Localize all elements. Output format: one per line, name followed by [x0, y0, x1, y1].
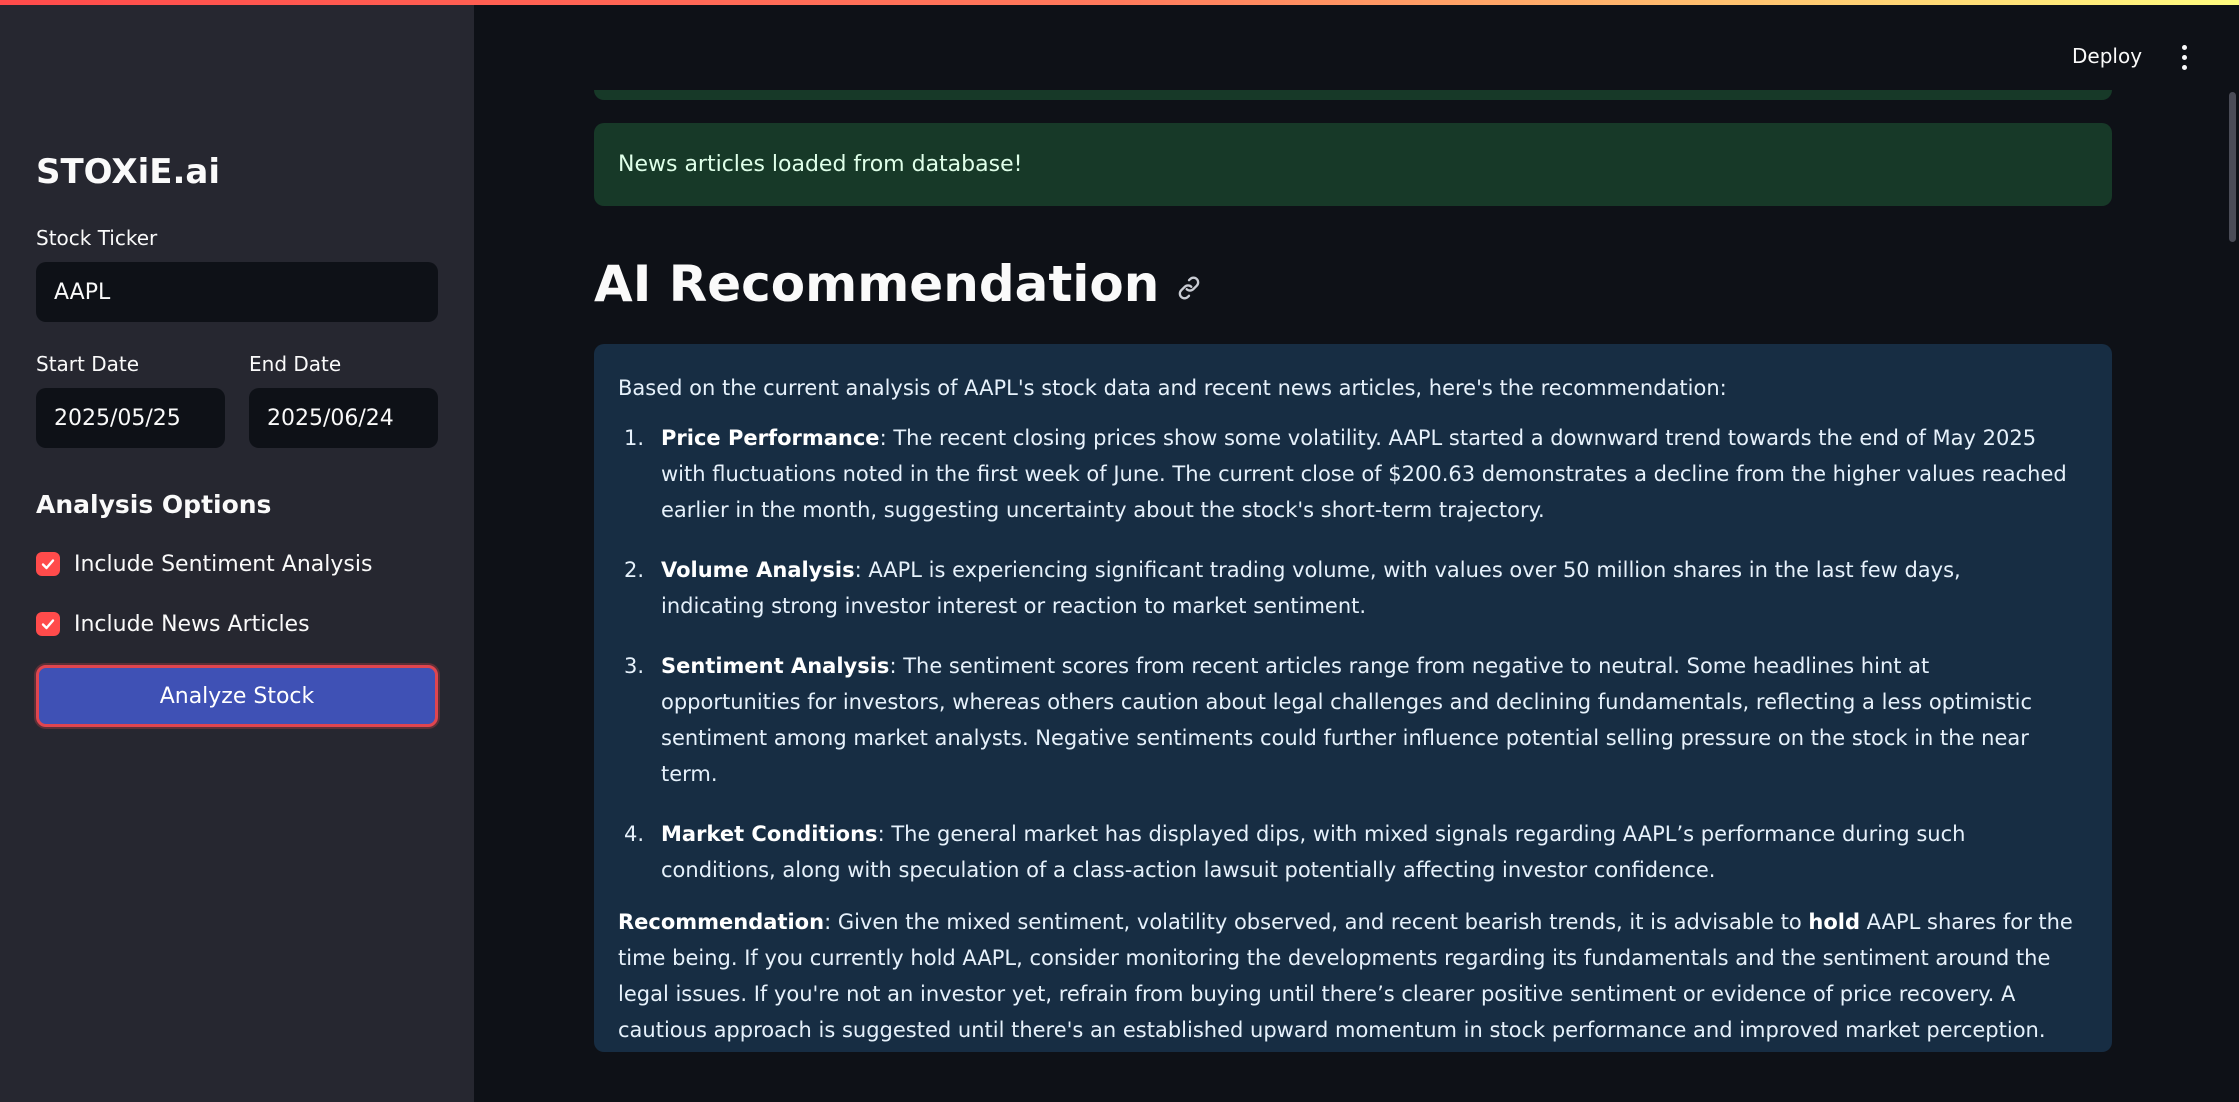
start-date-input[interactable] — [36, 388, 225, 448]
analyze-stock-button[interactable]: Analyze Stock — [36, 665, 438, 727]
list-item-number: 2. — [624, 558, 645, 582]
page-title: AI Recommendation — [594, 255, 1203, 313]
final-recommendation-label: Recommendation — [618, 910, 825, 934]
end-date-label: End Date — [249, 352, 342, 376]
top-accent-bar — [0, 0, 2239, 5]
list-item: 3. Sentiment Analysis: The sentiment sco… — [618, 648, 2088, 792]
list-item: 2. Volume Analysis: AAPL is experiencing… — [618, 552, 2088, 624]
list-item-body: Price Performance: The recent closing pr… — [661, 420, 2088, 528]
sentiment-analysis-checkbox[interactable]: Include Sentiment Analysis — [36, 548, 372, 580]
page-title-text: AI Recommendation — [594, 255, 1160, 313]
sentiment-analysis-label: Include Sentiment Analysis — [74, 551, 373, 577]
checkbox-checked-icon[interactable] — [36, 552, 60, 576]
recommendation-list: 1. Price Performance: The recent closing… — [618, 420, 2088, 888]
success-message: News articles loaded from database! — [618, 152, 1023, 177]
list-item: 4. Market Conditions: The general market… — [618, 816, 2088, 888]
list-item-text: : AAPL is experiencing significant tradi… — [661, 558, 1961, 618]
list-item: 1. Price Performance: The recent closing… — [618, 420, 2088, 528]
list-item-number: 1. — [624, 426, 645, 450]
sidebar: STOXiE.ai Stock Ticker Start Date End Da… — [0, 0, 474, 1102]
list-item-body: Sentiment Analysis: The sentiment scores… — [661, 648, 2088, 792]
final-recommendation-text-1: : Given the mixed sentiment, volatility … — [824, 910, 1809, 934]
list-item-body: Volume Analysis: AAPL is experiencing si… — [661, 552, 2088, 624]
stock-ticker-label: Stock Ticker — [36, 226, 158, 250]
list-item-body: Market Conditions: The general market ha… — [661, 816, 2088, 888]
list-item-title: Market Conditions — [661, 822, 878, 846]
previous-alert-edge — [594, 90, 2112, 100]
scrollbar[interactable] — [2229, 92, 2236, 242]
final-recommendation-action: hold — [1808, 910, 1860, 934]
news-articles-label: Include News Articles — [74, 611, 310, 637]
list-item-number: 4. — [624, 822, 645, 846]
more-vertical-icon[interactable] — [2170, 40, 2198, 74]
list-item-title: Volume Analysis — [661, 558, 855, 582]
recommendation-card: Based on the current analysis of AAPL's … — [594, 344, 2112, 1052]
list-item-title: Price Performance — [661, 426, 880, 450]
end-date-input[interactable] — [249, 388, 438, 448]
list-item-number: 3. — [624, 654, 645, 678]
start-date-label: Start Date — [36, 352, 140, 376]
checkbox-checked-icon[interactable] — [36, 612, 60, 636]
recommendation-intro: Based on the current analysis of AAPL's … — [618, 376, 1727, 400]
list-item-title: Sentiment Analysis — [661, 654, 890, 678]
stock-ticker-input[interactable] — [36, 262, 438, 322]
app-title: STOXiE.ai — [36, 152, 220, 192]
news-articles-checkbox[interactable]: Include News Articles — [36, 608, 310, 640]
success-alert: News articles loaded from database! — [594, 123, 2112, 206]
deploy-button[interactable]: Deploy — [2066, 40, 2148, 72]
link-icon[interactable] — [1175, 274, 1203, 302]
final-recommendation: Recommendation: Given the mixed sentimen… — [618, 904, 2088, 1048]
analysis-options-heading: Analysis Options — [36, 490, 272, 519]
